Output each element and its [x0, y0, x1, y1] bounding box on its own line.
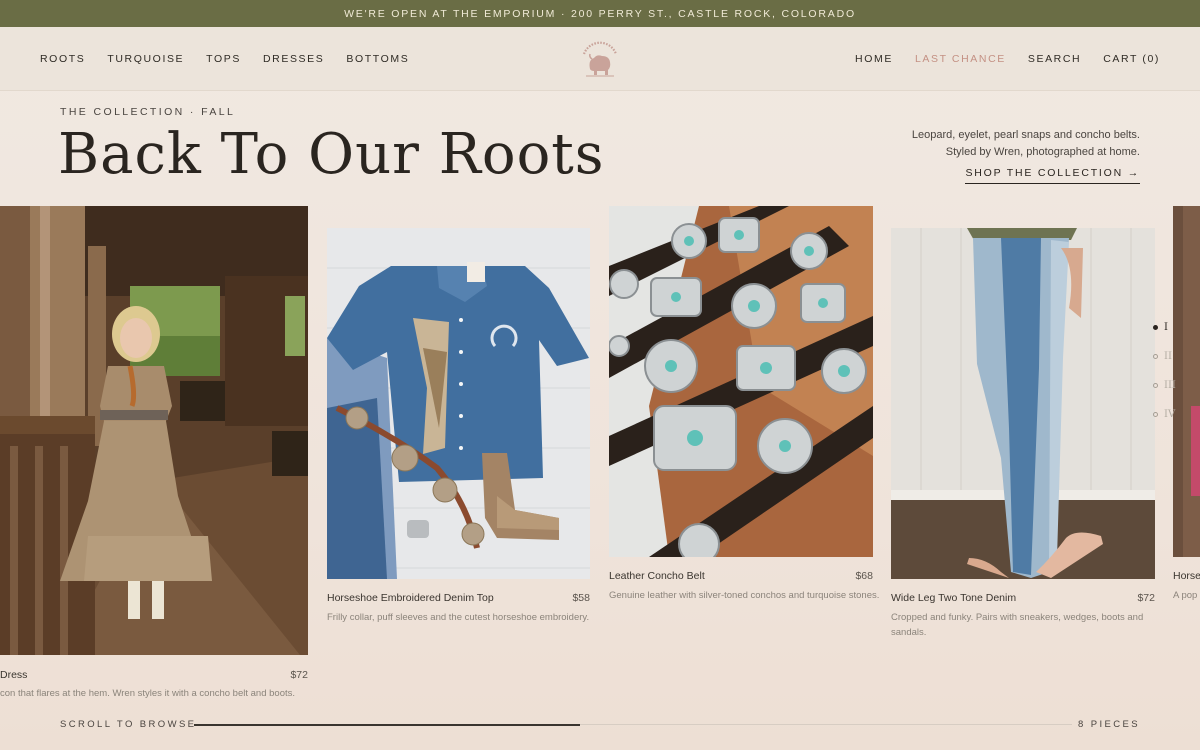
- pager-item-2[interactable]: II: [1153, 351, 1172, 362]
- scroll-hint: SCROLL TO BROWSE: [60, 719, 197, 730]
- nav-right: HOME LAST CHANCE SEARCH CART (0): [855, 27, 1160, 91]
- product-price-dress: $72: [290, 669, 308, 681]
- piece-count: 8 PIECES: [1078, 719, 1140, 730]
- scroll-progress-fill[interactable]: [194, 723, 581, 726]
- pager-item-1[interactable]: I: [1153, 322, 1168, 333]
- nav-link-cart[interactable]: CART (0): [1103, 53, 1160, 65]
- product-desc-concho-belt: Genuine leather with silver-toned concho…: [609, 590, 880, 601]
- announcement-bar: WE'RE OPEN AT THE EMPORIUM · 200 PERRY S…: [0, 0, 1200, 27]
- product-photo-denim-top[interactable]: [327, 228, 590, 579]
- nav-left: ROOTS TURQUOISE TOPS DRESSES BOTTOMS: [40, 27, 409, 91]
- product-photo-dress[interactable]: [0, 206, 308, 655]
- product-name-concho-belt[interactable]: Leather Concho Belt: [609, 570, 705, 582]
- scroll-track[interactable]: [194, 723, 1072, 726]
- pager-dot: [1153, 383, 1158, 388]
- pager-label: I: [1164, 322, 1168, 333]
- pager-label: III: [1164, 380, 1176, 391]
- pager-label: IV: [1164, 409, 1176, 420]
- shop-collection-link[interactable]: SHOP THE COLLECTION →: [965, 167, 1140, 184]
- product-price-concho-belt: $68: [855, 570, 873, 582]
- denim-photo-art: [891, 228, 1155, 579]
- pager-dot: [1153, 325, 1158, 330]
- nav-link-dresses[interactable]: DRESSES: [263, 53, 324, 65]
- product-desc-horse: A pop: [1173, 590, 1198, 601]
- product-photo-wide-leg-denim[interactable]: [891, 228, 1155, 579]
- pager-dot: [1153, 354, 1158, 359]
- product-desc-denim-top: Frilly collar, puff sleeves and the cute…: [327, 612, 590, 623]
- product-name-wide-leg-denim[interactable]: Wide Leg Two Tone Denim: [891, 592, 1016, 604]
- announcement-text: WE'RE OPEN AT THE EMPORIUM · 200 PERRY S…: [344, 7, 856, 20]
- nav-link-bottoms[interactable]: BOTTOMS: [346, 53, 409, 65]
- product-name-denim-top[interactable]: Horseshoe Embroidered Denim Top: [327, 592, 494, 604]
- concho-belt-photo-art: [609, 206, 873, 557]
- nav-link-last-chance[interactable]: LAST CHANCE: [915, 53, 1006, 65]
- product-photo-concho-belt[interactable]: [609, 206, 873, 557]
- hero-description: Leopard, eyelet, pearl snaps and concho …: [840, 127, 1140, 161]
- product-name-dress[interactable]: Dress: [0, 669, 27, 681]
- horse-photo-art: [1173, 206, 1200, 557]
- product-photo-horse[interactable]: [1173, 206, 1200, 557]
- nav-link-turquoise[interactable]: TURQUOISE: [107, 53, 184, 65]
- main-nav: ROOTS TURQUOISE TOPS DRESSES BOTTOMS HOM…: [0, 27, 1200, 91]
- hero-description-line-1: Leopard, eyelet, pearl snaps and concho …: [911, 129, 1140, 141]
- nav-link-tops[interactable]: TOPS: [206, 53, 241, 65]
- pager-dot: [1153, 412, 1158, 417]
- nav-link-home[interactable]: HOME: [855, 53, 893, 65]
- pager-label: II: [1164, 351, 1172, 362]
- product-price-wide-leg-denim: $72: [1137, 592, 1155, 604]
- collection-eyebrow: THE COLLECTION · FALL: [60, 106, 236, 118]
- brand-logo[interactable]: [578, 39, 622, 79]
- product-desc-wide-leg-denim: Cropped and funky. Pairs with sneakers, …: [891, 612, 1144, 638]
- pager-item-4[interactable]: IV: [1153, 409, 1175, 420]
- product-price-denim-top: $58: [572, 592, 590, 604]
- hero-description-line-2: Styled by Wren, photographed at home.: [945, 146, 1140, 158]
- product-desc-dress: con that flares at the hem. Wren styles …: [0, 688, 296, 699]
- denim-top-photo-art: [327, 228, 590, 579]
- pager-item-3[interactable]: III: [1153, 380, 1176, 391]
- nav-link-roots[interactable]: ROOTS: [40, 53, 85, 65]
- dress-photo-art: [0, 206, 308, 655]
- nav-link-search[interactable]: SEARCH: [1028, 53, 1081, 65]
- product-name-horse[interactable]: Horse: [1173, 570, 1200, 582]
- page-title: Back To Our Roots: [58, 122, 605, 187]
